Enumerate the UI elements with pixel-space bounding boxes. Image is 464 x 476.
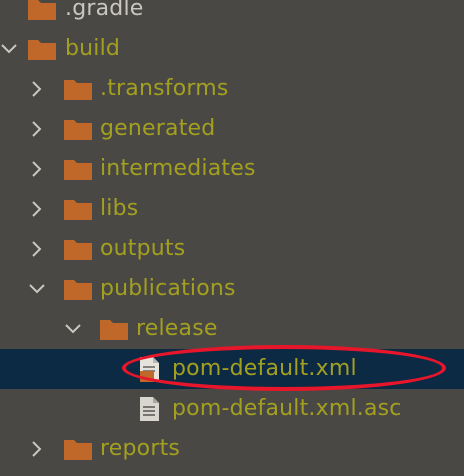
chevron-right-icon[interactable] [28,440,46,458]
folder-icon [64,200,92,220]
folder-icon [64,440,92,460]
folder-icon [64,120,92,140]
tree-item-publications[interactable]: publications [0,269,464,309]
chevron-right-icon[interactable] [28,160,46,178]
tree-item-reports[interactable]: reports [0,429,464,469]
tree-item-label: libs [100,196,139,221]
folder-icon [28,0,56,20]
tree-item-generated[interactable]: generated [0,109,464,149]
folder-icon [64,240,92,260]
tree-item-build[interactable]: build [0,29,464,69]
folder-icon [28,40,56,60]
tree-item-label: pom-default.xml [172,356,357,381]
tree-item-pom-default-xml-asc[interactable]: pom-default.xml.asc [0,389,464,429]
tree-item-gradle[interactable]: .gradle [0,0,464,29]
xml-file-icon [140,357,159,382]
tree-item-libs[interactable]: libs [0,189,464,229]
tree-item-outputs[interactable]: outputs [0,229,464,269]
tree-item-label: .transforms [100,76,229,101]
chevron-right-icon[interactable] [28,120,46,138]
tree-item-label: pom-default.xml.asc [172,396,402,421]
tree-item-label: build [65,36,121,61]
tree-item-release[interactable]: release [0,309,464,349]
folder-icon [100,320,128,340]
chevron-down-icon[interactable] [0,40,18,58]
chevron-right-icon[interactable] [28,80,46,98]
folder-icon [64,280,92,300]
tree-item-label: reports [100,436,181,461]
tree-item-label: publications [100,276,236,301]
chevron-right-icon[interactable] [28,200,46,218]
tree-item-label: intermediates [100,156,256,181]
text-file-icon [140,397,159,421]
tree-item-label: release [136,316,218,341]
chevron-down-icon[interactable] [64,320,82,338]
tree-item-transforms[interactable]: .transforms [0,69,464,109]
tree-item-label: outputs [100,236,186,261]
tree-item-label: generated [100,116,216,141]
tree-item-pom-default-xml[interactable]: pom-default.xml [0,349,464,389]
chevron-right-icon[interactable] [28,240,46,258]
chevron-down-icon[interactable] [28,280,46,298]
folder-icon [64,160,92,180]
folder-icon [64,80,92,100]
tree-item-label: .gradle [65,0,144,21]
tree-item-intermediates[interactable]: intermediates [0,149,464,189]
